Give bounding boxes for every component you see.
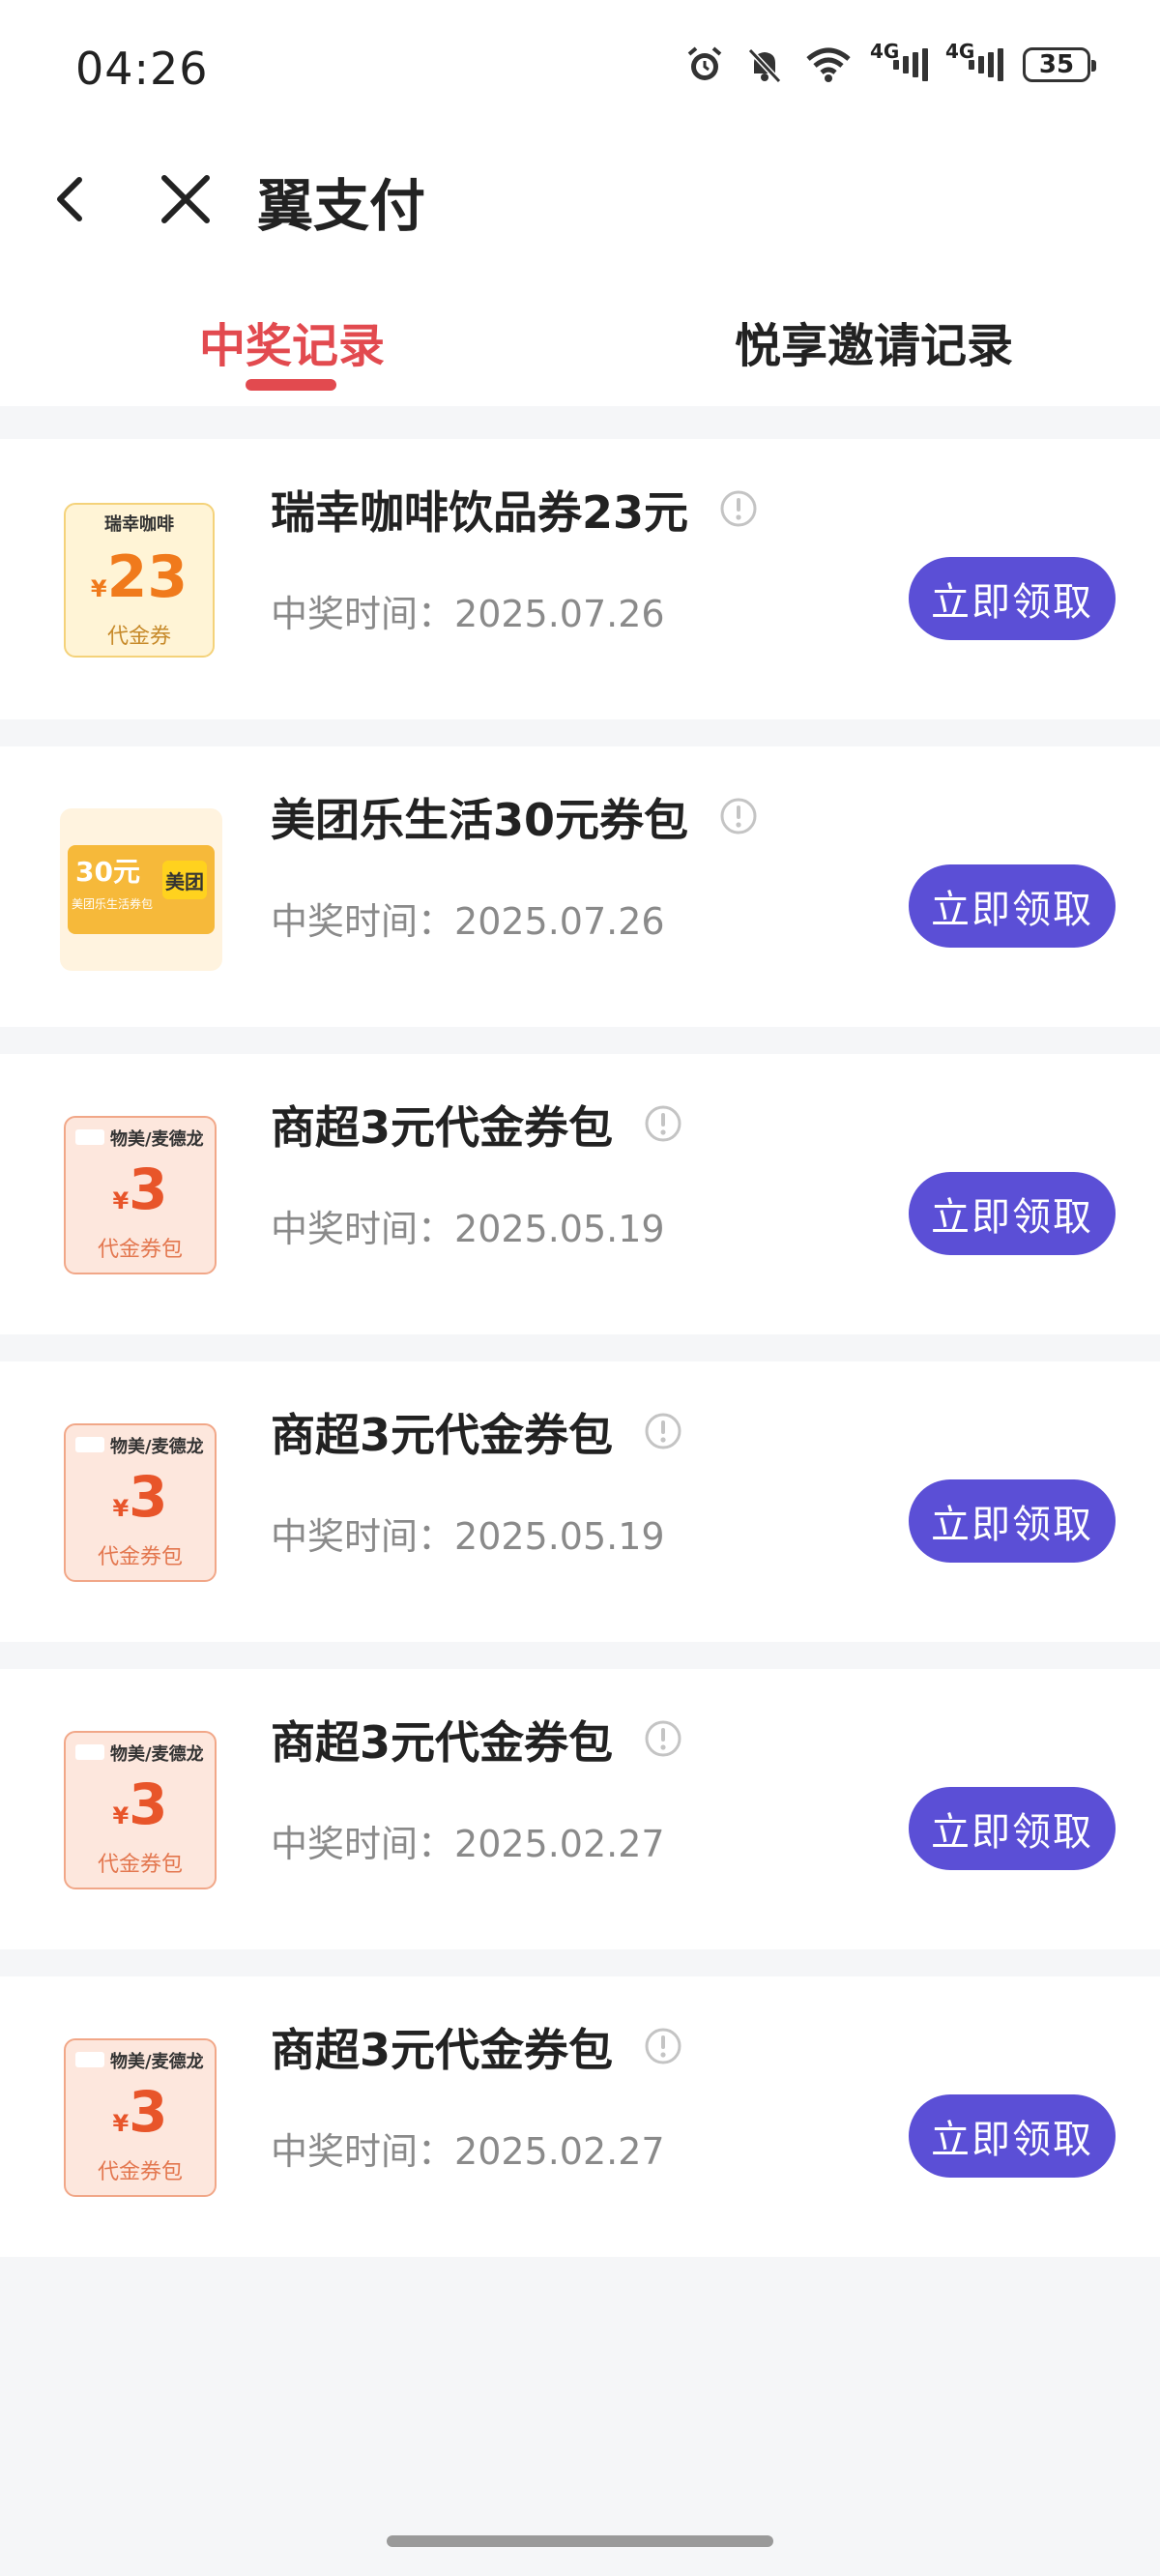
status-icons: 4G 4G 35 [684, 40, 1096, 85]
list-item: 物美/麦德龙 ¥3 代金券包 商超3元代金券包 中奖时间：2025.05.19 … [0, 1361, 1160, 1642]
claim-button[interactable]: 立即领取 [909, 557, 1116, 640]
claim-button[interactable]: 立即领取 [909, 864, 1116, 948]
home-indicator[interactable] [387, 2535, 773, 2547]
claim-button[interactable]: 立即领取 [909, 1172, 1116, 1255]
item-time: 中奖时间：2025.07.26 [271, 900, 665, 943]
tab-invite-records[interactable]: 悦享邀请记录 [735, 307, 1013, 375]
list-item: 物美/麦德龙 ¥3 代金券包 商超3元代金券包 中奖时间：2025.02.27 … [0, 1976, 1160, 2257]
coupon-thumbnail: 物美/麦德龙 ¥3 代金券包 [60, 1423, 222, 1586]
list-item: 30元 美团乐生活券包 美团 美团乐生活30元券包 中奖时间：2025.07.2… [0, 746, 1160, 1027]
item-title: 商超3元代金券包 [271, 1409, 614, 1461]
claim-button[interactable]: 立即领取 [909, 1787, 1116, 1870]
list-item: 瑞幸咖啡 ¥23 代金券 瑞幸咖啡饮品券23元 中奖时间：2025.07.26 … [0, 439, 1160, 719]
info-icon[interactable] [644, 2027, 682, 2065]
claim-button[interactable]: 立即领取 [909, 1479, 1116, 1563]
back-arrow-icon [57, 177, 82, 221]
page-title: 翼支付 [257, 173, 426, 239]
info-icon[interactable] [644, 1719, 682, 1758]
claim-button[interactable]: 立即领取 [909, 2094, 1116, 2178]
close-button[interactable] [157, 170, 215, 228]
item-time: 中奖时间：2025.02.27 [271, 2130, 665, 2173]
alarm-icon [684, 44, 725, 85]
wifi-icon [804, 45, 853, 84]
signal-2-icon: 4G [945, 40, 1003, 84]
item-time: 中奖时间：2025.05.19 [271, 1208, 665, 1250]
meituan-logo: 美团 [162, 861, 207, 899]
signal-1-icon: 4G [870, 40, 928, 84]
info-icon[interactable] [644, 1104, 682, 1143]
nav-bar: 翼支付 [0, 135, 1160, 261]
list-item: 物美/麦德龙 ¥3 代金券包 商超3元代金券包 中奖时间：2025.02.27 … [0, 1669, 1160, 1949]
item-title: 商超3元代金券包 [271, 1101, 614, 1154]
item-title: 商超3元代金券包 [271, 2024, 614, 2076]
info-icon[interactable] [719, 797, 758, 835]
bell-off-icon [744, 44, 785, 85]
tab-bar: 中奖记录 悦享邀请记录 [0, 261, 1160, 406]
item-title: 瑞幸咖啡饮品券23元 [271, 486, 689, 539]
info-icon[interactable] [644, 1412, 682, 1450]
active-tab-indicator [246, 379, 336, 391]
coupon-thumbnail: 物美/麦德龙 ¥3 代金券包 [60, 2038, 222, 2201]
coupon-thumbnail: 30元 美团乐生活券包 美团 [60, 808, 222, 971]
coupon-thumbnail: 物美/麦德龙 ¥3 代金券包 [60, 1116, 222, 1278]
coupon-thumbnail: 瑞幸咖啡 ¥23 代金券 [60, 501, 222, 663]
list-item: 物美/麦德龙 ¥3 代金券包 商超3元代金券包 中奖时间：2025.05.19 … [0, 1054, 1160, 1334]
item-time: 中奖时间：2025.05.19 [271, 1515, 665, 1558]
item-time: 中奖时间：2025.02.27 [271, 1823, 665, 1865]
back-button[interactable] [43, 170, 101, 228]
status-time: 04:26 [75, 43, 209, 95]
prize-list: 瑞幸咖啡 ¥23 代金券 瑞幸咖啡饮品券23元 中奖时间：2025.07.26 … [0, 439, 1160, 2284]
item-title: 商超3元代金券包 [271, 1716, 614, 1769]
status-bar: 04:26 4G 4G 35 [0, 0, 1160, 135]
battery-indicator: 35 [1023, 47, 1096, 82]
close-icon [161, 175, 210, 223]
item-time: 中奖时间：2025.07.26 [271, 593, 665, 635]
item-title: 美团乐生活30元券包 [271, 794, 689, 846]
info-icon[interactable] [719, 489, 758, 528]
coupon-thumbnail: 物美/麦德龙 ¥3 代金券包 [60, 1731, 222, 1893]
tab-winning-records[interactable]: 中奖记录 [199, 307, 385, 375]
